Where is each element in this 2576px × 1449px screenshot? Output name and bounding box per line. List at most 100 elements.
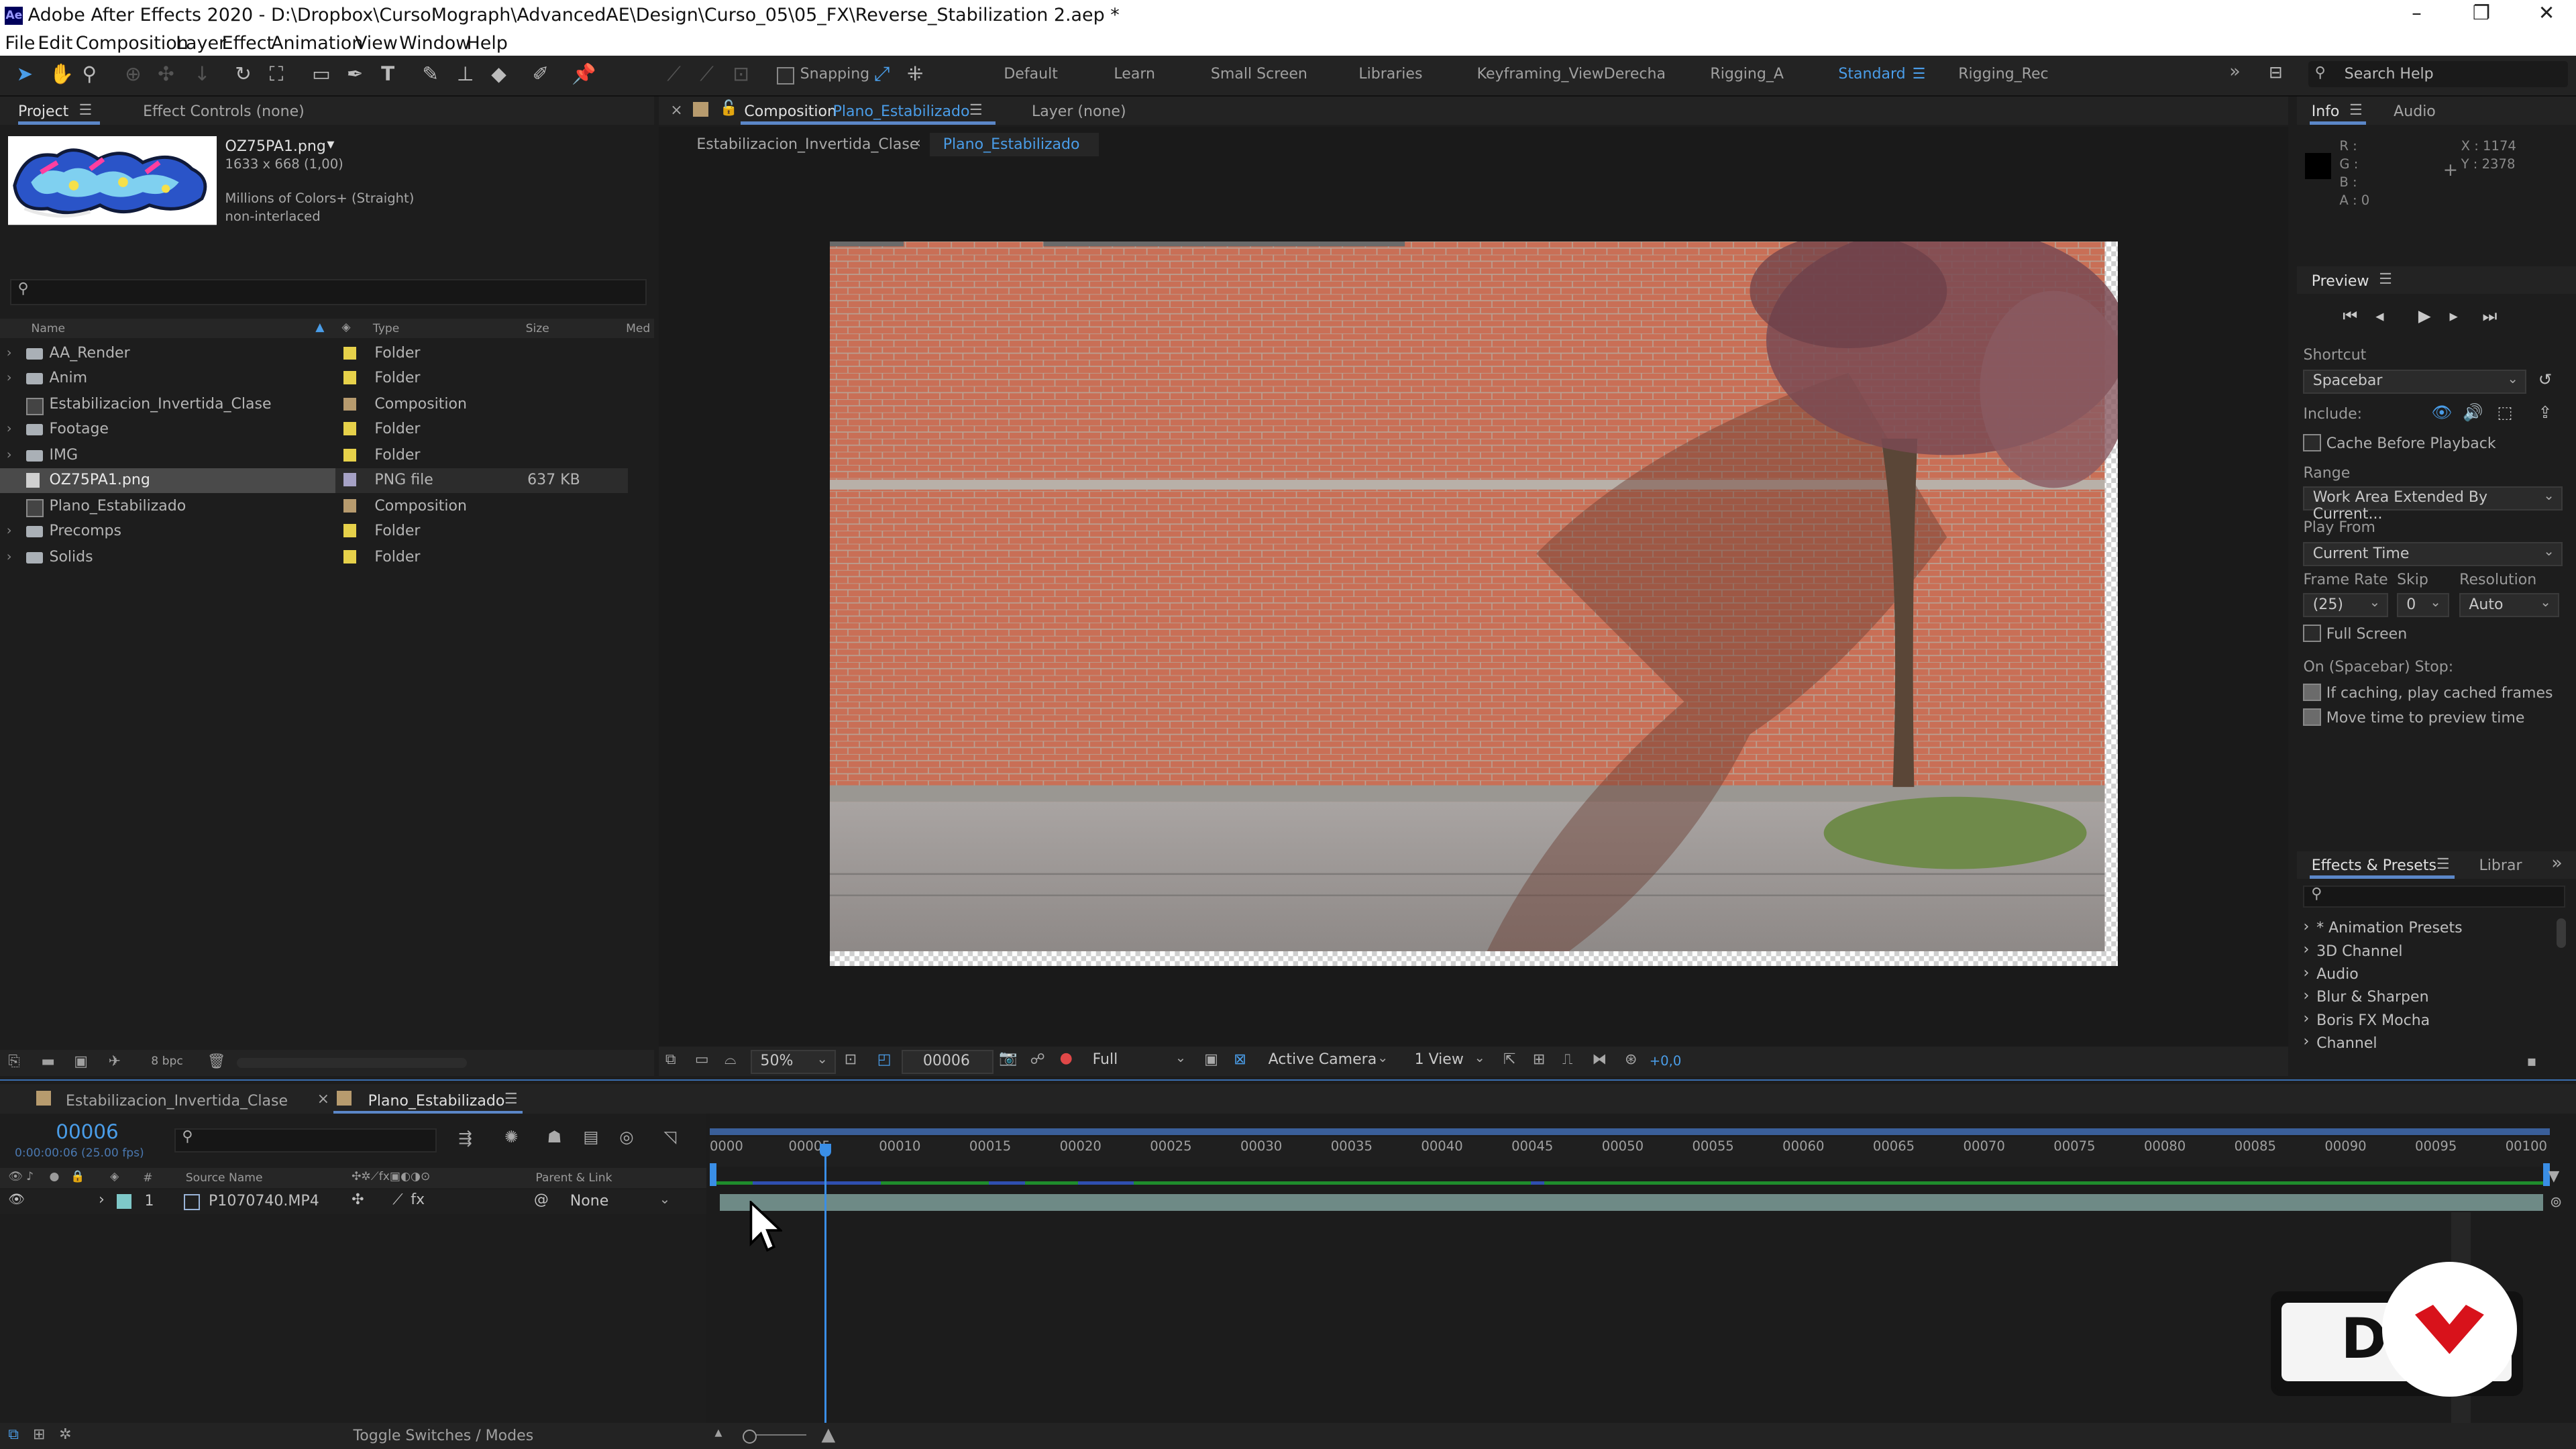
workspace-overflow-icon[interactable]: » [2229, 61, 2240, 82]
col-media[interactable]: Med [626, 322, 650, 335]
lock-toggle-icon[interactable]: 🔒 [70, 1170, 85, 1183]
quality-switch-icon[interactable]: ⟋ [392, 1191, 402, 1208]
preview-menu-icon[interactable]: ☰ [2379, 271, 2392, 288]
shy-layers-icon[interactable]: ☗ [547, 1127, 562, 1146]
work-area-bar[interactable] [709, 1128, 2550, 1136]
menu-layer[interactable]: Layer [176, 33, 226, 54]
play-from-dropdown[interactable]: Current Time ⌄ [2303, 542, 2563, 566]
axis-world-icon[interactable]: ⟋ [700, 62, 714, 86]
label-swatch[interactable] [343, 346, 357, 360]
brush-tool-icon[interactable]: ✎ [422, 62, 439, 85]
zoom-tool-icon[interactable]: ⚲ [82, 62, 97, 85]
breadcrumb-active[interactable]: Plano_Estabilizado [943, 136, 1080, 153]
type-tool-icon[interactable]: T [381, 62, 394, 85]
effects-item[interactable]: * Animation Presets [2316, 920, 2463, 936]
selection-tool-icon[interactable]: ➤ [16, 62, 33, 85]
dolly-tool-icon[interactable]: ↓ [194, 62, 211, 85]
tab-libraries[interactable]: Librar [2479, 857, 2522, 874]
resolution-dropdown[interactable]: Auto ⌄ [2459, 593, 2559, 617]
list-item[interactable]: › Precomps Folder [0, 519, 628, 544]
list-item[interactable]: › IMG Folder [0, 443, 628, 468]
draft-3d-icon[interactable]: ✺ [504, 1127, 519, 1146]
chevron-right-icon[interactable]: › [2303, 941, 2309, 958]
menu-file[interactable]: File [5, 33, 35, 54]
label-swatch[interactable] [343, 422, 357, 435]
rectangle-tool-icon[interactable]: ▭ [312, 62, 331, 85]
label-swatch[interactable] [343, 499, 357, 513]
shortcut-dropdown[interactable]: Spacebar ⌄ [2303, 370, 2526, 394]
work-area-start[interactable] [709, 1163, 716, 1187]
close-tab-icon[interactable]: × [670, 102, 682, 119]
eraser-tool-icon[interactable]: ◆ [491, 62, 506, 85]
orbit-tool-icon[interactable]: ⊕ [125, 62, 142, 85]
comp-menu-icon[interactable]: ☰ [969, 102, 983, 119]
label-swatch[interactable] [343, 524, 357, 537]
chevron-right-icon[interactable]: › [2303, 1010, 2309, 1027]
tab-info[interactable]: Info [2312, 103, 2340, 120]
tab-audio[interactable]: Audio [2394, 103, 2436, 120]
toggle-switches-modes[interactable]: Toggle Switches / Modes [354, 1428, 534, 1444]
chevron-right-icon[interactable]: › [7, 370, 12, 385]
chevron-right-icon[interactable]: › [7, 421, 12, 436]
views-dropdown[interactable]: 1 View ⌄ [1406, 1050, 1491, 1071]
effects-menu-icon[interactable]: ☰ [2436, 856, 2450, 873]
layer-name[interactable]: P1070740.MP4 [209, 1193, 319, 1210]
audio-toggle-icon[interactable]: ♪ [26, 1170, 34, 1183]
first-frame-icon[interactable]: ⏮ [2343, 306, 2357, 325]
range-dropdown[interactable]: Work Area Extended By Current... ⌄ [2303, 486, 2563, 523]
timeline-menu-icon[interactable]: ☰ [504, 1091, 518, 1108]
list-item[interactable]: › Footage Folder [0, 417, 628, 442]
zoom-slider-handle[interactable] [742, 1429, 757, 1444]
play-icon[interactable]: ▶ [2418, 306, 2431, 325]
bpc-indicator[interactable]: 8 bpc [151, 1055, 183, 1068]
effect-switch-icon[interactable]: fx [411, 1191, 425, 1208]
current-time-field[interactable]: 00006 [902, 1049, 994, 1074]
exposure-value[interactable]: +0,0 [1650, 1053, 1682, 1069]
effects-item[interactable]: 3D Channel [2316, 943, 2402, 960]
reset-exposure-icon[interactable]: ⊛ [1625, 1051, 1637, 1068]
full-screen-checkbox[interactable] [2303, 624, 2321, 642]
list-item[interactable]: Estabilizacion_Invertida_Clase Compositi… [0, 392, 628, 417]
menu-window[interactable]: Window [399, 33, 470, 54]
layer-label-swatch[interactable] [116, 1194, 131, 1210]
label-swatch[interactable] [343, 473, 357, 486]
menu-edit[interactable]: Edit [38, 33, 72, 54]
effects-item[interactable]: Channel [2316, 1035, 2377, 1052]
new-folder-icon[interactable]: ▬ [41, 1053, 55, 1070]
breadcrumb-item[interactable]: Estabilizacion_Invertida_Clase [696, 136, 918, 153]
chevron-right-icon[interactable]: › [2303, 965, 2309, 981]
include-audio-icon[interactable]: 🔊 [2463, 402, 2483, 422]
axis-local-icon[interactable]: ⟋ [667, 62, 681, 86]
label-swatch[interactable] [343, 397, 357, 411]
label-swatch[interactable] [343, 448, 357, 462]
col-size[interactable]: Size [526, 322, 549, 335]
chevron-right-icon[interactable]: › [99, 1191, 105, 1208]
workspace-learn[interactable]: Learn [1114, 66, 1155, 83]
list-item[interactable]: › AA_Render Folder [0, 341, 628, 366]
workspace-rigging-a[interactable]: Rigging_A [1710, 66, 1784, 83]
include-video-icon[interactable]: 👁 [2432, 402, 2453, 422]
project-scrollbar[interactable] [236, 1058, 467, 1068]
label-swatch[interactable] [343, 371, 357, 385]
transfer-controls-icon[interactable]: ⊞ [33, 1426, 45, 1443]
include-overlays-icon[interactable]: ⬚ [2497, 402, 2512, 422]
menu-help[interactable]: Help [467, 33, 508, 54]
clone-stamp-tool-icon[interactable]: ⊥ [457, 62, 474, 85]
tab-effect-controls[interactable]: Effect Controls (none) [143, 103, 305, 120]
tab-effects-presets[interactable]: Effects & Presets [2312, 857, 2436, 874]
col-type[interactable]: Type [373, 322, 399, 335]
effects-scrollbar[interactable] [2556, 918, 2567, 949]
chevron-right-icon[interactable]: › [7, 549, 12, 564]
layer-switches-icon[interactable]: ⧉ [8, 1426, 19, 1443]
render-icon[interactable]: ✈ [109, 1053, 121, 1070]
snap-edges-icon[interactable]: ⤢ [874, 62, 890, 86]
col-name[interactable]: Name [32, 322, 66, 335]
timeline-end-marker[interactable]: ▼ [2548, 1168, 2559, 1185]
hand-tool-icon[interactable]: ✋ [49, 62, 74, 86]
search-help-field[interactable]: ⚲ Search Help [2308, 60, 2568, 87]
preview-dropdown-icon[interactable]: ▾ [327, 136, 334, 153]
tab-project[interactable]: Project [18, 103, 68, 120]
restore-button[interactable]: ❐ [2473, 1, 2490, 24]
if-caching-checkbox[interactable] [2303, 683, 2321, 701]
col-parent[interactable]: Parent & Link [535, 1171, 612, 1185]
